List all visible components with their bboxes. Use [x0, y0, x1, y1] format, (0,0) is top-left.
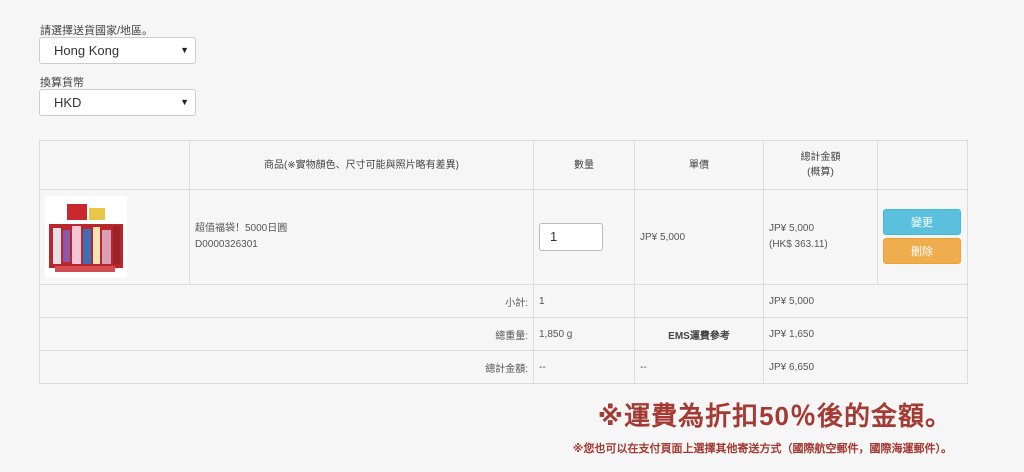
- grand-total-row: 總計金額: -- -- JP¥ 6,650: [39, 350, 968, 384]
- country-select-value: Hong Kong: [54, 43, 120, 58]
- grand-total-label: 總計金額:: [39, 350, 534, 384]
- grand-total-unit: --: [634, 350, 764, 384]
- subtotal-row: 小計: 1 JP¥ 5,000: [39, 284, 968, 318]
- chevron-down-icon: ▼: [180, 97, 189, 107]
- item-qty-cell: 1: [533, 189, 635, 285]
- subtotal-qty: 1: [533, 284, 635, 318]
- item-code: D0000326301: [195, 239, 258, 250]
- shipping-label: EMS運費參考: [634, 317, 764, 351]
- grand-total-qty: --: [533, 350, 635, 384]
- weight-value: 1,850 g: [533, 317, 635, 351]
- item-total-converted: (HK$ 363.11): [769, 239, 828, 250]
- currency-label: 換算貨幣: [40, 77, 84, 89]
- shipping-amount: JP¥ 1,650: [763, 317, 968, 351]
- weight-label: 總重量:: [39, 317, 534, 351]
- item-actions-cell: 變更 刪除: [877, 189, 968, 285]
- header-actions: [877, 140, 968, 190]
- country-label: 請選擇送貨國家/地區。: [40, 25, 154, 37]
- cart-header-row: 商品(※實物顏色、尺寸可能與照片略有差異) 數量 單價 總計金額 (概算): [39, 140, 968, 190]
- header-total-label: 總計金額: [800, 152, 841, 163]
- cart-table: 商品(※實物顏色、尺寸可能與照片略有差異) 數量 單價 總計金額 (概算) 超值…: [39, 140, 968, 384]
- header-unit-price: 單價: [634, 140, 764, 190]
- quantity-input[interactable]: 1: [539, 223, 603, 251]
- item-total-cell: JP¥ 5,000 (HK$ 363.11): [763, 189, 878, 285]
- item-name[interactable]: 超值福袋！5000日圓: [195, 221, 528, 237]
- discount-note: ※運費為折扣50％後的金額。: [597, 401, 952, 431]
- currency-select-value: HKD: [54, 95, 82, 110]
- grand-total-amount: JP¥ 6,650: [763, 350, 968, 384]
- header-qty: 數量: [533, 140, 635, 190]
- header-product: 商品(※實物顏色、尺寸可能與照片略有差異): [189, 140, 534, 190]
- currency-select[interactable]: HKD ▼: [39, 89, 196, 116]
- subtotal-unit: [634, 284, 764, 318]
- item-total-jpy: JP¥ 5,000: [769, 223, 815, 234]
- header-image: [39, 140, 190, 190]
- header-total: 總計金額 (概算): [763, 140, 878, 190]
- item-image-cell: [39, 189, 190, 285]
- item-unit-price: JP¥ 5,000: [634, 189, 764, 285]
- subtotal-label: 小計:: [39, 284, 534, 318]
- header-total-note: (概算): [807, 167, 834, 178]
- product-image-graphic: [45, 196, 127, 278]
- weight-row: 總重量: 1,850 g EMS運費參考 JP¥ 1,650: [39, 317, 968, 351]
- product-image[interactable]: [45, 196, 127, 278]
- shipping-methods-note: ※您也可以在支付頁面上選擇其他寄送方式（國際航空郵件，國際海運郵件）。: [572, 443, 952, 455]
- change-button[interactable]: 變更: [883, 209, 961, 235]
- chevron-down-icon: ▼: [180, 45, 189, 55]
- delete-button[interactable]: 刪除: [883, 238, 961, 264]
- table-row: 超值福袋！5000日圓 D0000326301 1 JP¥ 5,000 JP¥ …: [39, 189, 968, 285]
- item-info-cell: 超值福袋！5000日圓 D0000326301: [189, 189, 534, 285]
- subtotal-amount: JP¥ 5,000: [763, 284, 968, 318]
- country-select[interactable]: Hong Kong ▼: [39, 37, 196, 64]
